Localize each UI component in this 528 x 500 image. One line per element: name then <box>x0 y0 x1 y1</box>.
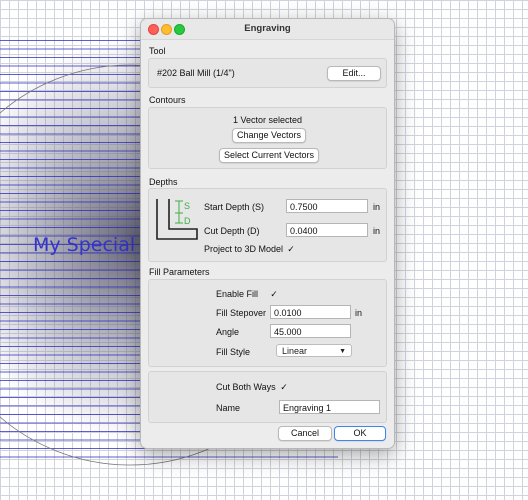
engraving-dialog: Engraving Tool #202 Ball Mill (1/4") Edi… <box>140 18 395 449</box>
depth-diagram-icon: S D <box>156 199 198 240</box>
name-label: Name <box>216 403 241 413</box>
fill-stepover-label: Fill Stepover <box>216 308 267 318</box>
diagram-d-label: D <box>184 216 191 226</box>
fill-style-dropdown[interactable]: Linear ▼ <box>276 344 352 357</box>
chevron-down-icon: ▼ <box>339 348 346 355</box>
angle-label: Angle <box>216 327 240 337</box>
edit-tool-button[interactable]: Edit... <box>327 66 381 81</box>
toolpath-name-field[interactable]: Engraving 1 <box>279 400 380 414</box>
naming-group: Cut Both Ways ✓ Name Engraving 1 <box>148 371 387 423</box>
canvas-vector-text[interactable]: My Special T <box>33 234 140 256</box>
project-3d-checkbox[interactable]: ✓ <box>287 245 295 254</box>
diagram-s-label: S <box>184 201 190 211</box>
angle-field[interactable]: 45.000 <box>270 324 351 338</box>
fill-group: Enable Fill ✓ Fill Stepover 0.0100 in An… <box>148 279 387 367</box>
vector-selection-status: 1 Vector selected <box>232 115 303 125</box>
project-3d-label: Project to 3D Model <box>204 244 284 254</box>
fill-style-label: Fill Style <box>216 347 251 357</box>
contours-group: 1 Vector selected Change Vectors Select … <box>148 107 387 169</box>
dialog-title: Engraving <box>244 23 291 34</box>
depths-group: S D Start Depth (S) 0.7500 in Cut Depth … <box>148 188 387 262</box>
tool-group: #202 Ball Mill (1/4") Edit... <box>148 58 387 88</box>
cut-both-ways-label: Cut Both Ways <box>216 382 276 392</box>
cancel-button[interactable]: Cancel <box>278 426 332 441</box>
fill-stepover-unit: in <box>355 308 363 318</box>
contours-section-label: Contours <box>149 95 186 105</box>
fill-style-value: Linear <box>282 346 308 356</box>
tool-section-label: Tool <box>149 46 166 56</box>
cut-depth-field[interactable]: 0.0400 <box>286 223 368 237</box>
depths-section-label: Depths <box>149 177 178 187</box>
start-depth-field[interactable]: 0.7500 <box>286 199 368 213</box>
enable-fill-checkbox[interactable]: ✓ <box>270 290 278 299</box>
fill-stepover-field[interactable]: 0.0100 <box>270 305 351 319</box>
ok-button[interactable]: OK <box>334 426 386 441</box>
select-current-vectors-button[interactable]: Select Current Vectors <box>219 148 319 163</box>
cut-depth-label: Cut Depth (D) <box>204 226 260 236</box>
cut-both-ways-checkbox[interactable]: ✓ <box>280 383 288 392</box>
start-depth-label: Start Depth (S) <box>204 202 265 212</box>
fill-section-label: Fill Parameters <box>149 267 210 277</box>
start-depth-unit: in <box>373 202 381 212</box>
change-vectors-button[interactable]: Change Vectors <box>232 128 306 143</box>
enable-fill-label: Enable Fill <box>216 289 259 299</box>
tool-name: #202 Ball Mill (1/4") <box>157 68 235 78</box>
dialog-titlebar[interactable]: Engraving <box>141 19 394 40</box>
cut-depth-unit: in <box>373 226 381 236</box>
